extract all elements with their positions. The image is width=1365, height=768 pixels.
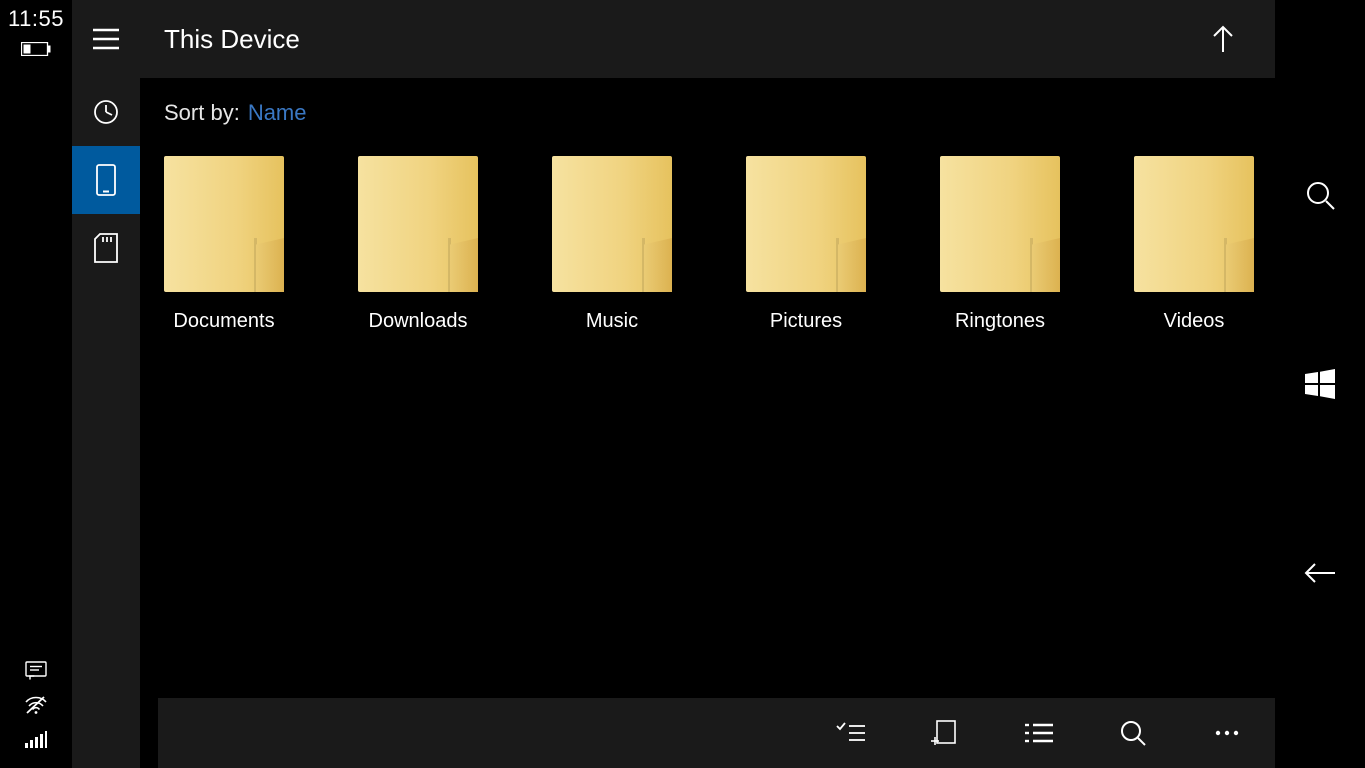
content-area: Sort by: Name Documents Downloads [140,78,1275,698]
system-search-button[interactable] [1295,170,1345,220]
folder-item[interactable]: Videos [1134,156,1254,333]
select-button[interactable] [831,713,871,753]
folder-label: Ringtones [955,310,1045,333]
search-button[interactable] [1113,713,1153,753]
folder-label: Documents [173,310,274,333]
folder-icon [940,156,1060,292]
windows-button[interactable] [1295,359,1345,409]
folder-label: Videos [1164,310,1225,333]
page-title: This Device [164,24,300,55]
folder-icon [358,156,478,292]
folder-icon [1134,156,1254,292]
main-area: This Device Sort by: Name [140,0,1275,768]
back-button[interactable] [1295,548,1345,598]
up-button[interactable] [1199,15,1247,63]
sort-control[interactable]: Sort by: Name [158,100,1257,126]
system-rail [1275,0,1365,768]
folder-icon [552,156,672,292]
folder-grid: Documents Downloads Music [158,156,1257,333]
folder-icon [746,156,866,292]
navigation-rail [72,0,140,768]
clock: 11:55 [8,6,64,32]
folder-item[interactable]: Pictures [746,156,866,333]
more-button[interactable] [1207,713,1247,753]
nav-sd-card[interactable] [72,214,140,282]
signal-icon [24,728,48,750]
battery-icon [21,42,51,56]
folder-label: Music [586,310,638,333]
folder-label: Pictures [770,310,842,333]
folder-item[interactable]: Documents [164,156,284,333]
folder-item[interactable]: Ringtones [940,156,1060,333]
folder-item[interactable]: Downloads [358,156,478,333]
command-bar [158,698,1275,768]
nav-this-device[interactable] [72,146,140,214]
folder-item[interactable]: Music [552,156,672,333]
wifi-icon [24,694,48,716]
view-button[interactable] [1019,713,1059,753]
sort-value[interactable]: Name [248,100,307,126]
nav-recent[interactable] [72,78,140,146]
messages-icon [24,660,48,682]
folder-label: Downloads [369,310,468,333]
sort-label: Sort by: [164,100,240,126]
status-bar: 11:55 [0,0,72,768]
folder-icon [164,156,284,292]
new-folder-button[interactable] [925,713,965,753]
header: This Device [140,0,1275,78]
hamburger-button[interactable] [72,0,140,78]
